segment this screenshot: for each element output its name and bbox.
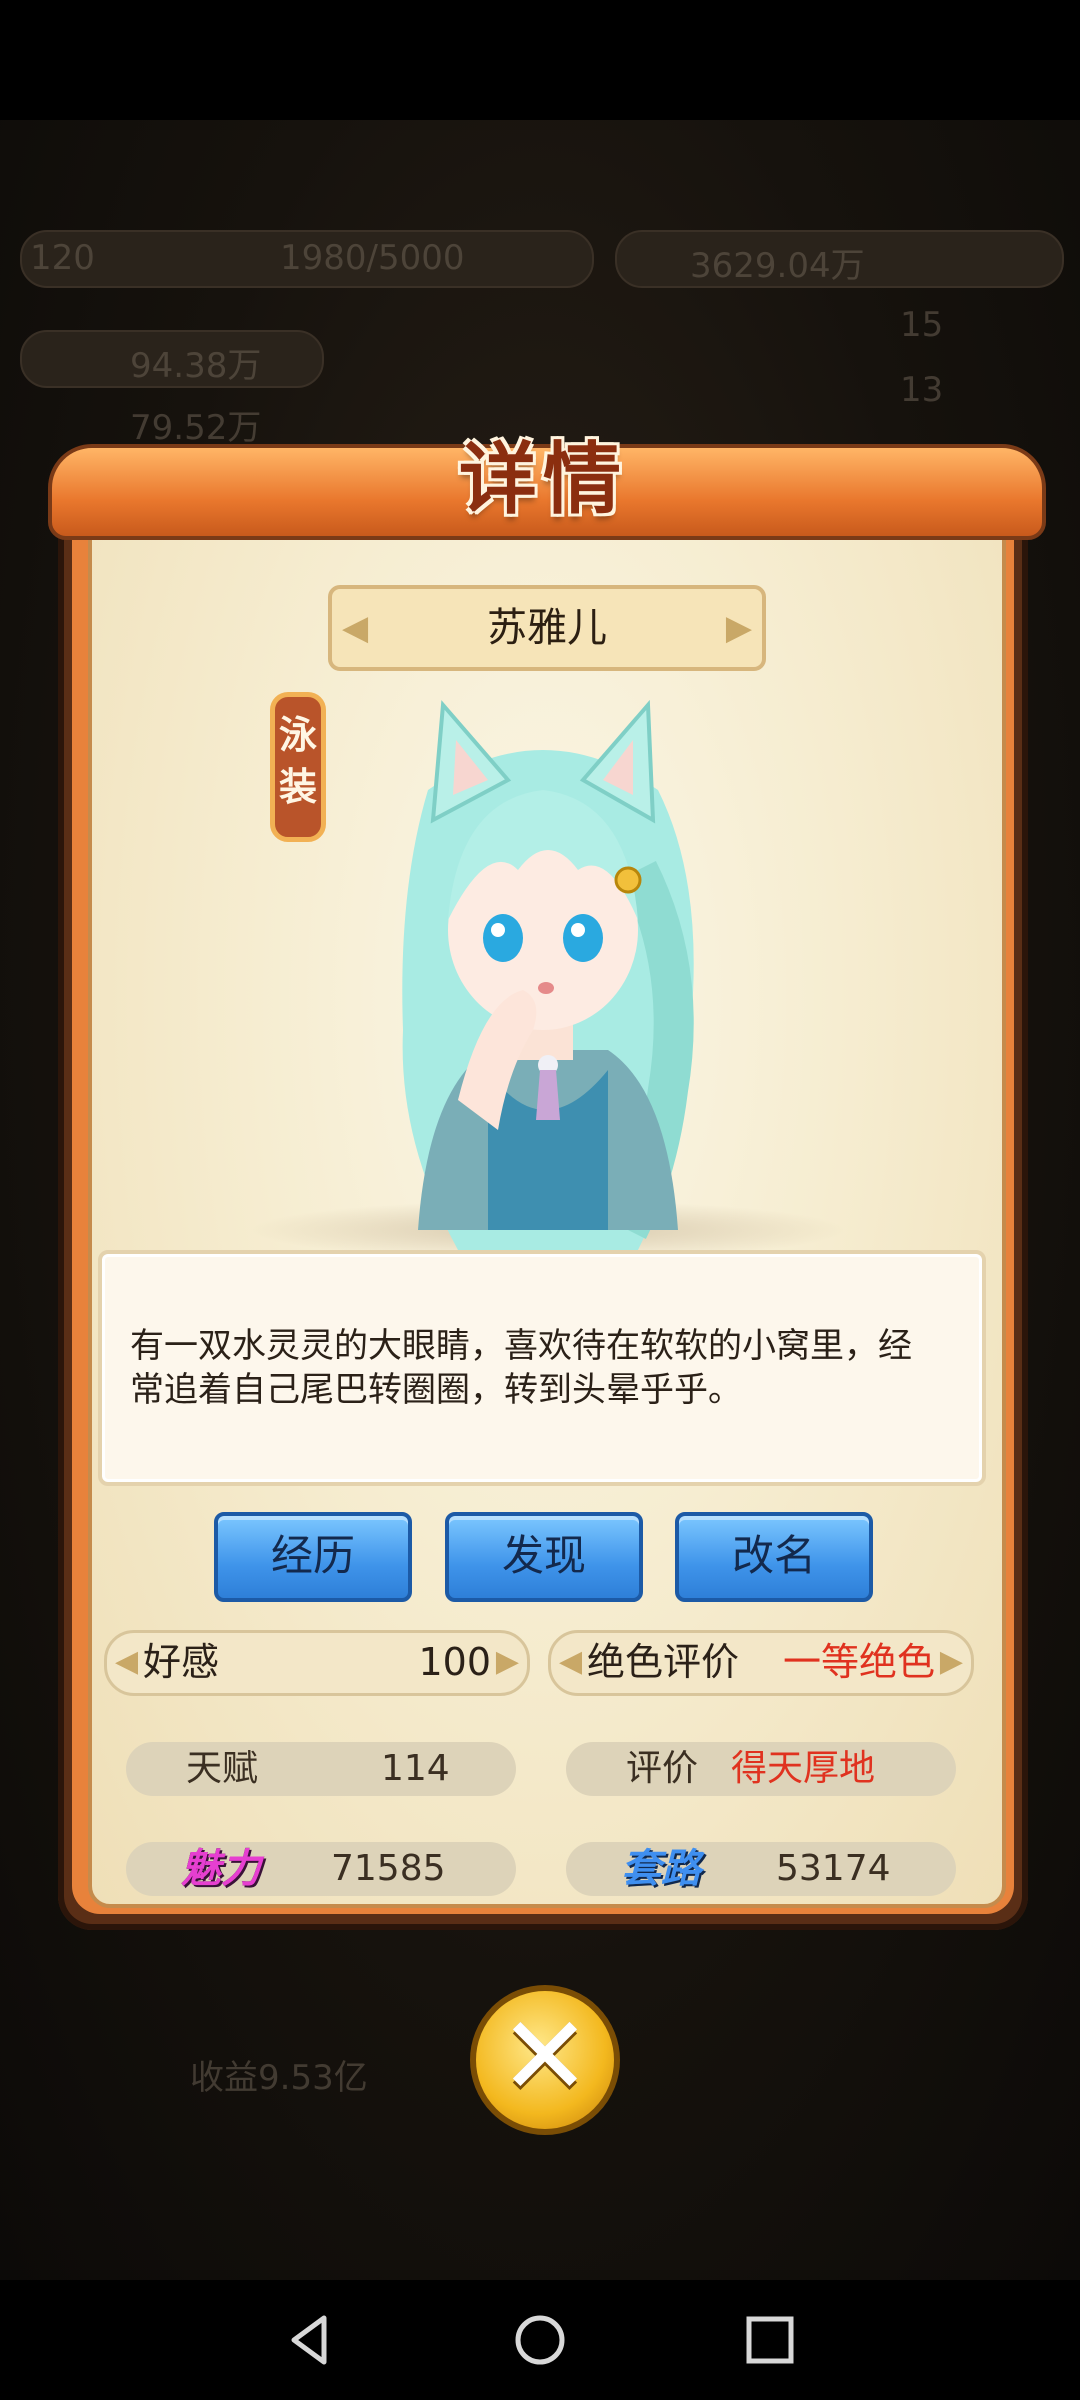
discover-button[interactable]: 发现 [445,1512,643,1602]
left-ornament-icon: ◀ [115,1644,139,1679]
rating-label: 评价 [626,1748,699,1789]
level-label: 120 [30,238,95,278]
title-banner: 详情 [38,420,1048,550]
dialog-title: 详情 [458,434,627,525]
rating-pill: 评价 得天厚地 [566,1742,956,1796]
left-ornament-icon: ◀ [559,1644,583,1679]
strategy-pill: 套路 53174 [566,1842,956,1896]
exp-label: 1980/5000 [280,238,465,278]
rating-value: 得天厚地 [731,1748,876,1789]
talent-label: 天赋 [186,1748,259,1789]
power-label: 94.38万 [130,346,262,386]
count-b-label: 13 [900,370,944,410]
close-icon: ✕ [498,1992,592,2120]
favor-label: 好感 [143,1640,220,1684]
gold-label: 3629.04万 [690,246,865,286]
home-icon[interactable] [510,2310,570,2370]
close-button[interactable]: ✕ [470,1985,620,2135]
charm-value: 71585 [331,1848,446,1889]
charm-badge-icon: 魅力 [181,1846,261,1892]
description-text: 有一双水灵灵的大眼睛，喜欢待在软软的小窝里，经常追着自己尾巴转圈圈，转到头晕乎乎… [130,1326,912,1410]
count-a-label: 15 [900,305,944,345]
beauty-rating-value: 一等绝色 [782,1640,935,1684]
favor-value: 100 [418,1640,491,1684]
strategy-value: 53174 [776,1848,891,1889]
character-portrait [402,699,694,1250]
rename-button[interactable]: 改名 [675,1512,873,1602]
right-ornament-icon: ▶ [725,608,752,648]
income-label: 收益9.53亿 [190,2058,368,2098]
description-box: 有一双水灵灵的大眼睛，喜欢待在软软的小窝里，经常追着自己尾巴转圈圈，转到头晕乎乎… [98,1250,986,1486]
back-icon[interactable] [280,2310,340,2370]
character-name: 苏雅儿 [487,605,607,651]
character-name-plate: ◀ 苏雅儿 ▶ [328,585,766,671]
talent-value: 114 [381,1748,450,1789]
right-ornament-icon: ▶ [939,1644,963,1679]
strategy-badge-icon: 套路 [621,1846,701,1892]
status-bar [0,0,1080,120]
charm-pill: 魅力 71585 [126,1842,516,1896]
talent-pill: 天赋 114 [126,1742,516,1796]
recents-icon[interactable] [740,2310,800,2370]
beauty-rating-plate: ◀ 绝色评价 一等绝色 ▶ [548,1630,974,1696]
right-ornament-icon: ▶ [495,1644,519,1679]
beauty-rating-label: 绝色评价 [587,1640,740,1684]
detail-dialog: 详情 ◀ 苏雅儿 ▶ 泳装 有一双水灵灵的大眼睛，喜欢待在软软的小窝里，经常追着… [38,420,1048,2005]
favor-plate: ◀ 好感 100 ▶ [104,1630,530,1696]
history-button[interactable]: 经历 [214,1512,412,1602]
system-nav-bar [0,2280,1080,2400]
left-ornament-icon: ◀ [342,608,369,648]
